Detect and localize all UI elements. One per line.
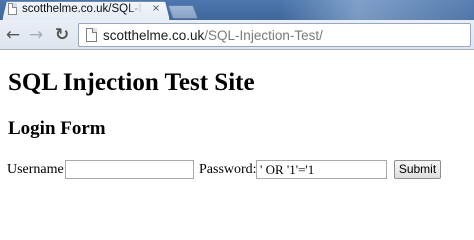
url-text[interactable]: scotthelme.co.uk/SQL-Injection-Test/ [103,27,323,44]
back-arrow-icon[interactable]: ← [3,25,23,45]
form-heading: Login Form [8,118,106,139]
new-tab-button[interactable] [167,5,199,19]
tab-strip-background [280,0,474,20]
page-title: SQL Injection Test Site [8,69,255,96]
password-input[interactable]: ' OR '1'='1 [256,160,387,179]
forward-arrow-icon[interactable]: → [26,25,46,45]
tab-title: scotthelme.co.uk/SQL-Injection-Test/ [22,3,142,17]
page-icon [8,3,17,15]
url-host: scotthelme.co.uk [103,28,205,43]
address-bar[interactable]: scotthelme.co.uk/SQL-Injection-Test/ [78,23,471,47]
password-label: Password: [199,162,257,177]
reload-icon[interactable]: ↻ [52,25,72,45]
close-tab-icon[interactable]: × [150,2,162,16]
username-input[interactable] [65,160,194,179]
url-path: /SQL-Injection-Test/ [204,28,323,43]
page-icon [86,28,97,42]
tab-strip: scotthelme.co.uk/SQL-Injection-Test/ × [0,0,474,20]
username-label: Username: [7,162,68,177]
browser-toolbar: ← → ↻ scotthelme.co.uk/SQL-Injection-Tes… [0,20,474,50]
submit-button[interactable]: Submit [394,160,441,179]
